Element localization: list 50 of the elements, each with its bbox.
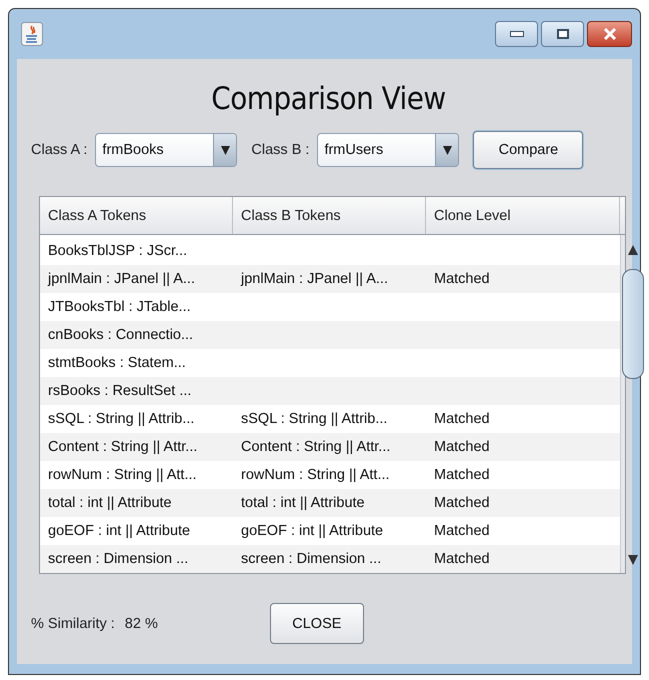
minimize-button[interactable] — [495, 21, 538, 47]
table-cell-text: screen : Dimension ... — [240, 550, 382, 569]
field-label: Class B : — [251, 142, 310, 158]
table-cell-text: Content : String || Attr... — [47, 438, 198, 457]
scroll-down-icon[interactable] — [628, 555, 638, 565]
class-dropdown[interactable]: frmBooks — [95, 133, 238, 167]
app-icon — [21, 22, 43, 46]
table-cell-text: goEOF : int || Attribute — [47, 522, 192, 541]
window-close-button[interactable] — [587, 21, 632, 47]
close-button[interactable]: CLOSE — [270, 603, 364, 644]
table-cell-text: Matched — [433, 410, 491, 429]
similarity-value: 82 % — [124, 616, 158, 632]
table-cell-text: BooksTblJSP : JScr... — [47, 242, 188, 261]
table-cell-text: Matched — [433, 438, 491, 457]
class-dropdown[interactable]: frmUsers — [317, 133, 460, 167]
table-cell-text: sSQL : String || Attrib... — [47, 410, 196, 429]
minimize-icon — [510, 31, 524, 37]
similarity-label: % Similarity : — [31, 616, 115, 632]
table-cell-text: Matched — [433, 494, 491, 513]
scrollbar-thumb[interactable] — [622, 269, 644, 379]
table-cell-text: total : int || Attribute — [240, 494, 366, 513]
dropdown-arrow-icon — [220, 145, 230, 155]
compare-button[interactable]: Compare — [473, 131, 584, 169]
maximize-icon — [556, 29, 568, 39]
table-cell-text: sSQL : String || Attrib... — [240, 410, 388, 429]
table-cell-text: rowNum : String || Att... — [240, 466, 391, 485]
table-cell-text: jpnlMain : JPanel || A... — [240, 270, 389, 289]
table-cell-text: Content : String || Attr... — [240, 438, 392, 457]
dropdown-arrow-icon — [442, 145, 452, 155]
window-heading: Comparison View — [210, 81, 447, 117]
table-cell-text: cnBooks : Connectio... — [47, 326, 194, 345]
table-cell-text: jpnlMain : JPanel || A... — [46, 270, 196, 289]
table-cell-text: Matched — [433, 522, 491, 541]
maximize-button[interactable] — [541, 21, 584, 47]
table-cell-text: rowNum : String || Att... — [47, 466, 198, 485]
table-cell-text: Matched — [433, 466, 491, 485]
column-header[interactable]: Class A Tokens — [40, 197, 233, 234]
close-icon — [602, 28, 616, 40]
column-header[interactable]: Class B Tokens — [233, 197, 426, 234]
table-cell-text: rsBooks : ResultSet ... — [47, 382, 192, 401]
table-cell-text: goEOF : int || Attribute — [240, 522, 384, 541]
table-cell-text: Matched — [433, 550, 491, 569]
table-cell-text: Matched — [433, 270, 491, 289]
field-label: Class A : — [31, 142, 88, 158]
table-cell-text: screen : Dimension ... — [47, 550, 190, 569]
column-header[interactable]: Clone Level — [426, 197, 620, 234]
table-cell-text: JTBooksTbl : JTable... — [47, 298, 192, 317]
table-cell-text: stmtBooks : Statem... — [47, 354, 187, 373]
table-cell-text: total : int || Attribute — [47, 494, 173, 513]
scroll-up-icon[interactable] — [628, 245, 638, 255]
